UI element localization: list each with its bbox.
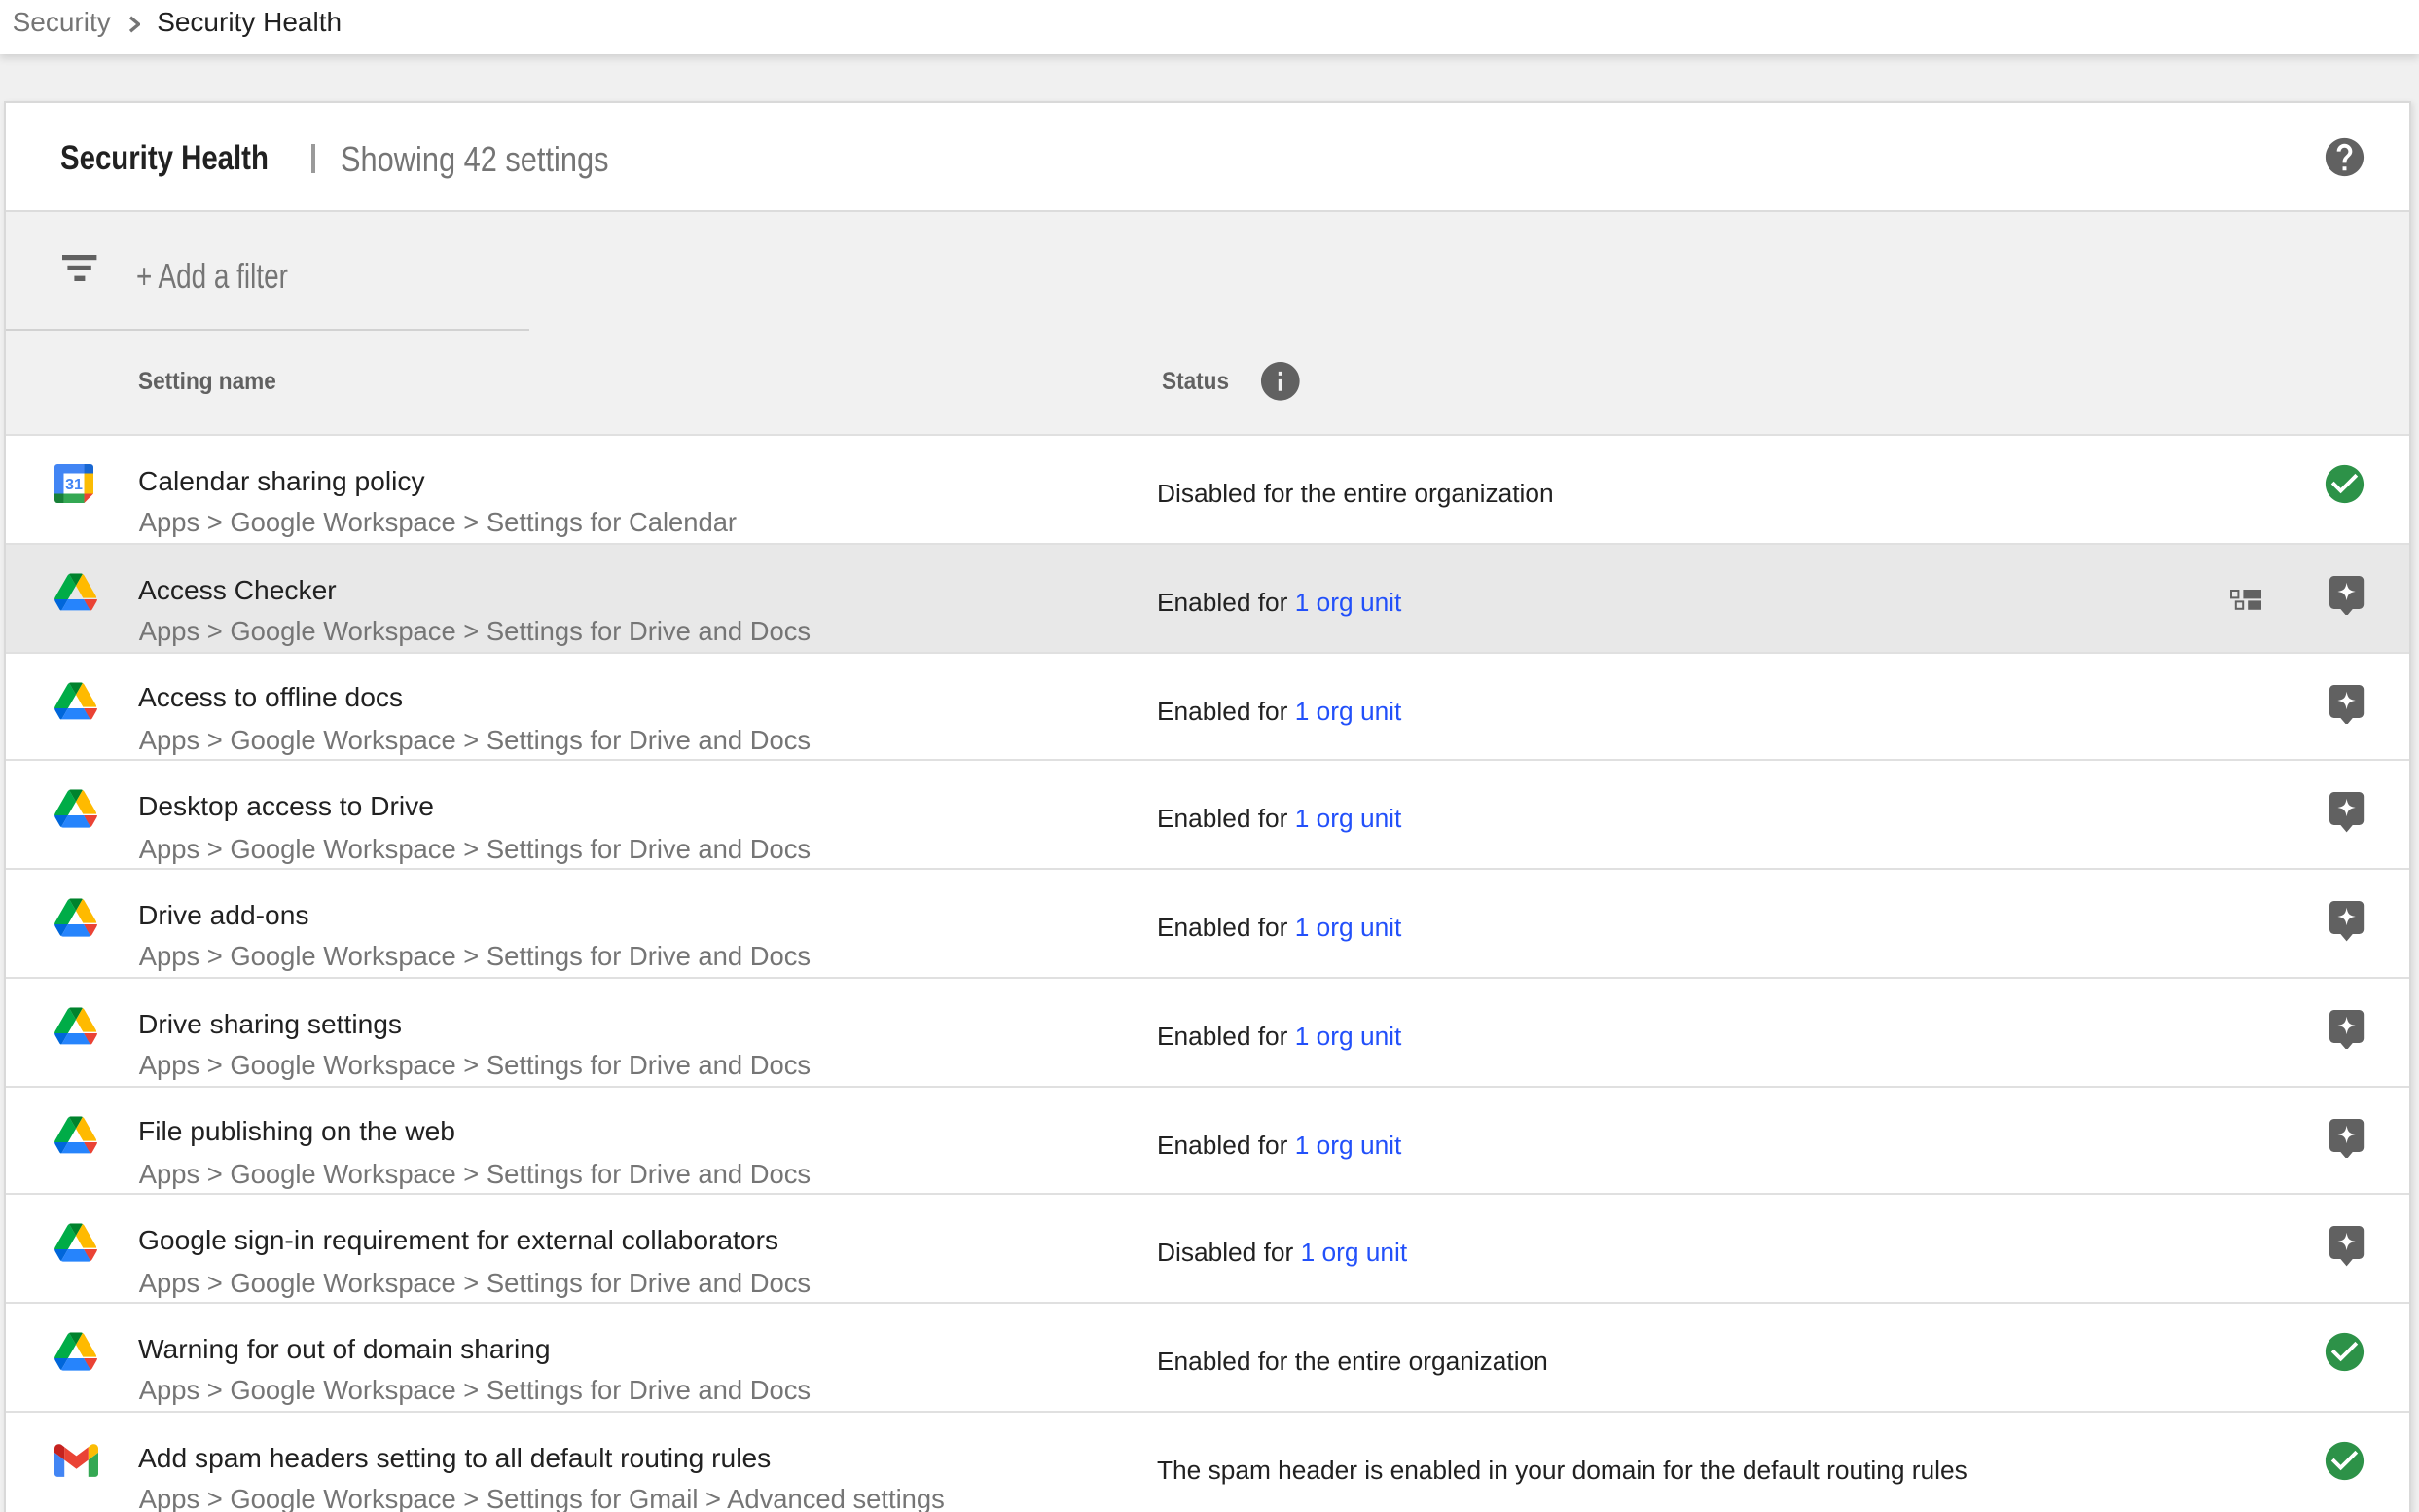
- svg-text:31: 31: [65, 477, 83, 493]
